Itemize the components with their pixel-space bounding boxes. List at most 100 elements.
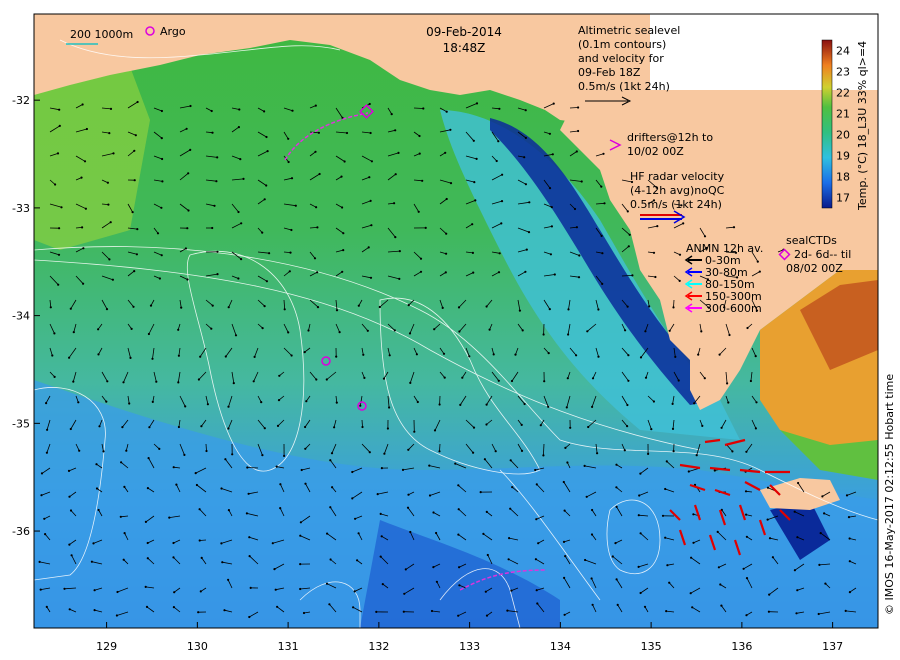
- velocity-arrowhead: [848, 537, 851, 540]
- velocity-arrowhead: [409, 530, 412, 534]
- velocity-arrowhead: [40, 472, 44, 475]
- velocity-arrowhead: [120, 461, 123, 464]
- velocity-arrowhead: [443, 376, 446, 379]
- velocity-arrowhead: [172, 556, 175, 559]
- velocity-arrowhead: [745, 513, 748, 516]
- velocity-arrowhead: [131, 211, 134, 214]
- velocity-arrowhead: [330, 452, 334, 455]
- velocity-arrowhead: [584, 558, 587, 562]
- velocity-arrowhead: [567, 308, 570, 311]
- velocity-arrowhead: [263, 110, 266, 113]
- velocity-arrowhead: [767, 610, 771, 613]
- velocity-arrowhead: [199, 590, 202, 593]
- velocity-arrowhead: [271, 542, 274, 545]
- velocity-arrowhead: [475, 157, 478, 160]
- argo-legend-label: Argo: [160, 25, 186, 38]
- velocity-arrowhead: [145, 605, 149, 609]
- y-tick-label: -36: [12, 525, 30, 538]
- velocity-arrowhead: [514, 353, 517, 356]
- velocity-arrowhead: [177, 381, 180, 384]
- velocity-arrowhead: [53, 375, 56, 378]
- velocity-arrowhead: [58, 124, 61, 127]
- velocity-arrowhead: [563, 613, 566, 616]
- velocity-arrowhead: [424, 226, 427, 229]
- velocity-arrowhead: [85, 127, 88, 131]
- velocity-arrowhead: [340, 175, 343, 178]
- x-tick-label: 130: [187, 640, 208, 653]
- velocity-arrowhead: [189, 104, 192, 108]
- velocity-arrowhead: [134, 134, 137, 137]
- velocity-arrowhead: [591, 377, 595, 380]
- velocity-arrowhead: [221, 561, 224, 564]
- velocity-arrowhead: [823, 512, 826, 515]
- velocity-arrowhead: [78, 449, 81, 452]
- velocity-arrowhead: [237, 126, 240, 129]
- velocity-arrowhead: [471, 251, 474, 254]
- velocity-arrowhead: [665, 610, 668, 613]
- velocity-arrowhead: [338, 331, 341, 334]
- velocity-arrowhead: [147, 457, 150, 460]
- velocity-arrowhead: [577, 276, 581, 279]
- velocity-arrowhead: [597, 355, 600, 358]
- velocity-arrowhead: [224, 355, 227, 358]
- velocity-arrowhead: [766, 486, 770, 489]
- velocity-arrowhead: [289, 251, 292, 254]
- velocity-arrowhead: [553, 273, 556, 276]
- velocity-arrowhead: [283, 308, 286, 311]
- velocity-arrowhead: [718, 353, 721, 356]
- velocity-arrowhead: [283, 454, 286, 457]
- velocity-arrowhead: [549, 253, 553, 256]
- velocity-arrowhead: [200, 556, 203, 560]
- velocity-arrowhead: [848, 560, 851, 563]
- velocity-arrowhead: [432, 566, 435, 569]
- map-time: 18:48Z: [443, 41, 486, 55]
- velocity-arrowhead: [359, 404, 362, 407]
- velocity-arrowhead: [458, 584, 461, 587]
- y-tick-label: -35: [12, 417, 30, 430]
- velocity-arrowhead: [144, 585, 147, 589]
- velocity-arrowhead: [109, 107, 113, 110]
- velocity-arrowhead: [563, 509, 566, 512]
- velocity-arrowhead: [602, 152, 605, 155]
- velocity-arrowhead: [624, 329, 627, 332]
- velocity-arrowhead: [198, 508, 201, 511]
- velocity-arrowhead: [539, 424, 542, 427]
- velocity-arrowhead: [45, 402, 48, 405]
- velocity-arrowhead: [585, 495, 588, 498]
- velocity-arrowhead: [125, 449, 128, 452]
- velocity-arrowhead: [278, 374, 281, 377]
- velocity-arrowhead: [394, 173, 397, 176]
- colorbar-tick-label: 23: [836, 66, 850, 79]
- velocity-arrowhead: [442, 352, 446, 355]
- velocity-arrowhead: [329, 506, 332, 509]
- colorbar-tick-label: 19: [836, 150, 850, 163]
- velocity-arrowhead: [314, 104, 317, 107]
- velocity-arrowhead: [647, 452, 650, 455]
- velocity-arrowhead: [84, 207, 87, 210]
- velocity-arrowhead: [639, 532, 642, 535]
- velocity-arrowhead: [461, 376, 464, 379]
- velocity-arrowhead: [407, 448, 410, 451]
- velocity-arrowhead: [232, 382, 235, 385]
- velocity-arrowhead: [742, 567, 745, 570]
- velocity-arrowhead: [354, 517, 357, 520]
- velocity-arrowhead: [562, 540, 566, 544]
- velocity-arrowhead: [720, 426, 723, 429]
- velocity-arrowhead: [318, 172, 321, 176]
- velocity-arrowhead: [109, 221, 112, 224]
- velocity-arrowhead: [263, 427, 266, 430]
- velocity-arrowhead: [575, 150, 578, 153]
- velocity-arrowhead: [187, 209, 190, 212]
- velocity-arrowhead: [245, 512, 248, 515]
- velocity-arrowhead: [93, 589, 96, 592]
- velocity-arrowhead: [390, 113, 393, 116]
- velocity-arrowhead: [381, 583, 384, 586]
- velocity-arrowhead: [407, 304, 410, 307]
- velocity-arrowhead: [444, 271, 447, 274]
- velocity-arrowhead: [294, 204, 297, 207]
- velocity-arrowhead: [275, 465, 278, 468]
- velocity-arrowhead: [528, 201, 531, 204]
- velocity-arrowhead: [248, 536, 251, 539]
- velocity-arrowhead: [341, 270, 344, 273]
- x-tick-label: 137: [822, 640, 843, 653]
